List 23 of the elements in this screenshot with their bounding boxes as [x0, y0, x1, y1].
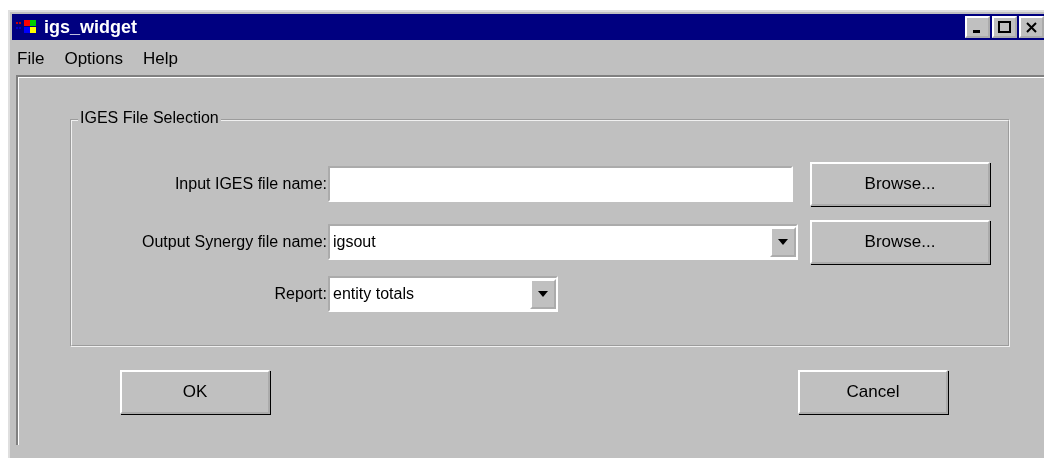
field-label: Report:: [273, 285, 327, 303]
ok-button[interactable]: OK: [120, 370, 270, 414]
minimize-button[interactable]: [965, 16, 990, 38]
dropdown[interactable]: igsout: [328, 224, 798, 260]
menu-item[interactable]: Options: [64, 49, 123, 69]
browse-button[interactable]: Browse...: [810, 220, 990, 264]
caret-icon: [538, 291, 548, 297]
close-icon: [1026, 22, 1037, 33]
dropdown[interactable]: entity totals: [328, 276, 558, 312]
browse-button[interactable]: Browse...: [810, 162, 990, 206]
window-logo-icon: [16, 19, 38, 35]
field-label: Input IGES file name:: [173, 175, 327, 193]
menu-item[interactable]: File: [17, 49, 45, 69]
menu-item[interactable]: Help: [143, 49, 178, 69]
maximize-button[interactable]: [992, 16, 1017, 38]
window-title: igs_widget: [44, 16, 138, 38]
maximize-icon: [998, 21, 1011, 33]
minimize-icon: [973, 30, 980, 33]
field-label: Output Synergy file name:: [141, 233, 327, 251]
input-field[interactable]: [328, 166, 793, 202]
close-button[interactable]: [1019, 16, 1044, 38]
caret-icon: [778, 239, 788, 245]
cancel-button[interactable]: Cancel: [798, 370, 948, 414]
